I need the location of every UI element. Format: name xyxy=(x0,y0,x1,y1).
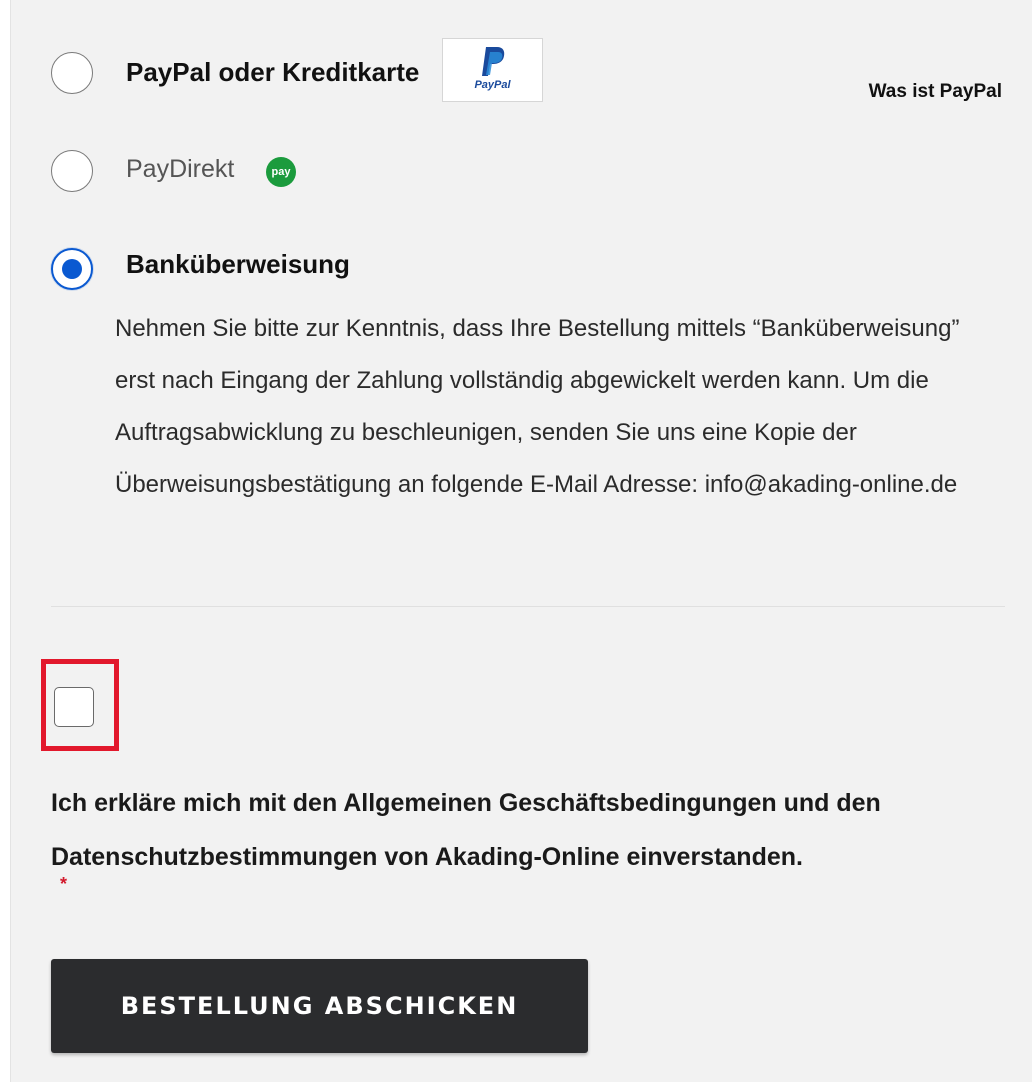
bank-transfer-label[interactable]: Banküberweisung xyxy=(126,249,350,280)
submit-order-button[interactable]: BESTELLUNG ABSCHICKEN xyxy=(51,959,588,1053)
paydirekt-label[interactable]: PayDirekt xyxy=(126,155,234,184)
radio-bank-transfer[interactable] xyxy=(51,248,93,290)
bank-transfer-description: Nehmen Sie bitte zur Kenntnis, dass Ihre… xyxy=(115,315,960,498)
divider xyxy=(51,606,1005,607)
radio-selected-dot xyxy=(62,259,82,279)
terms-text: Ich erkläre mich mit den Allgemeinen Ges… xyxy=(51,789,881,871)
what-is-paypal-link[interactable]: Was ist PayPal xyxy=(869,81,1002,103)
paypal-p-icon xyxy=(482,47,505,76)
paypal-logo: PayPal xyxy=(442,38,543,102)
terms-checkbox[interactable] xyxy=(54,687,94,727)
required-marker: * xyxy=(60,874,68,894)
paydirekt-icon: pay xyxy=(266,157,296,187)
payment-panel: PayPal oder Kreditkarte PayPal Was ist P… xyxy=(10,0,1032,1082)
paypal-label[interactable]: PayPal oder Kreditkarte xyxy=(126,57,419,88)
radio-paypal[interactable] xyxy=(51,52,93,94)
paypal-logo-text: PayPal xyxy=(474,79,511,91)
radio-paydirekt[interactable] xyxy=(51,150,93,192)
